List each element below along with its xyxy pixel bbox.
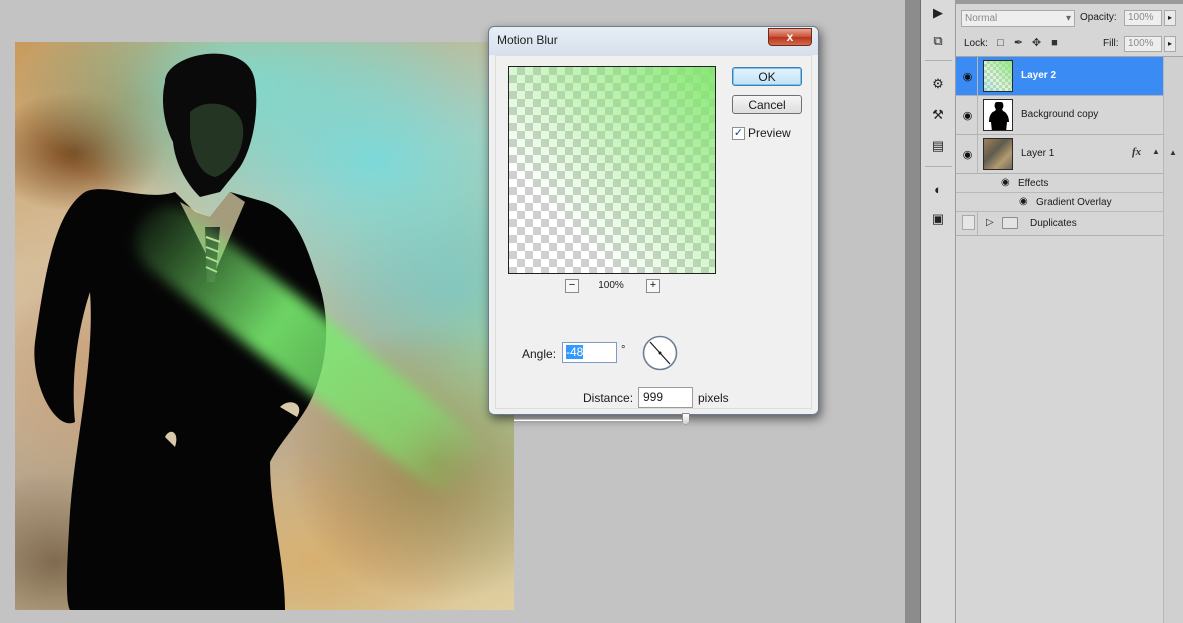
lock-all-icon[interactable]: ■: [1048, 37, 1061, 50]
effects-label: Effects: [1018, 178, 1049, 189]
dialog-title: Motion Blur: [497, 33, 558, 47]
fill-label: Fill:: [1103, 38, 1119, 49]
layers-scrollbar[interactable]: ▲: [1163, 57, 1183, 623]
degree-symbol: °: [621, 344, 626, 356]
visibility-eye-icon[interactable]: ◉: [958, 96, 978, 134]
layers-panel: Normal Opacity: 100% ▸ Lock: □ ✒ ✥ ■ Fil…: [956, 0, 1183, 623]
opacity-input[interactable]: 100%: [1124, 10, 1162, 26]
tool-presets-icon[interactable]: ⚒: [927, 105, 949, 125]
effects-visibility-eye-icon[interactable]: ◉: [1001, 177, 1010, 188]
preview-checkbox[interactable]: ✓: [732, 126, 745, 140]
close-icon: x: [786, 30, 794, 44]
expand-arrow-icon[interactable]: ▷: [986, 217, 994, 228]
effect-row-gradient-overlay[interactable]: ◉ Gradient Overlay: [956, 193, 1163, 212]
cancel-button[interactable]: Cancel: [732, 95, 802, 114]
panel-collapse-strip[interactable]: [905, 0, 921, 623]
angle-dial[interactable]: [642, 335, 678, 371]
lock-move-icon[interactable]: ✥: [1030, 37, 1043, 50]
visibility-eye-icon[interactable]: ◉: [958, 57, 978, 95]
preview-option[interactable]: ✓ Preview: [732, 126, 791, 140]
scroll-up-arrow-icon[interactable]: ▲: [1169, 148, 1177, 157]
folder-icon: [1002, 217, 1018, 229]
motion-blur-dialog: Motion Blur x − 100% + OK Cancel ✓ Previ…: [488, 26, 819, 425]
lock-label: Lock:: [964, 38, 988, 49]
layer-group-row-duplicates[interactable]: ▷ Duplicates: [956, 211, 1163, 236]
opacity-label: Opacity:: [1080, 12, 1117, 23]
group-visibility-toggle[interactable]: [958, 211, 978, 235]
zoom-in-button[interactable]: +: [646, 279, 660, 293]
dock-divider: [925, 60, 952, 61]
group-name: Duplicates: [1030, 218, 1077, 229]
stamp-icon[interactable]: ▤: [927, 136, 949, 156]
layer-thumbnail: [983, 138, 1013, 170]
pixels-unit-label: pixels: [698, 391, 729, 405]
effect-visibility-eye-icon[interactable]: ◉: [1019, 196, 1028, 207]
clone-source-icon[interactable]: ⧉: [927, 31, 949, 51]
distance-slider-track[interactable]: [514, 419, 689, 421]
adjustments-icon[interactable]: ◐: [927, 179, 949, 199]
layer-effects-badge[interactable]: fx: [1132, 146, 1141, 158]
layer-row-layer-1[interactable]: ◉ Layer 1 fx ▲: [956, 135, 1163, 174]
layer-row-background-copy[interactable]: ◉ Background copy: [956, 96, 1163, 135]
layer-thumbnail: [983, 99, 1013, 131]
dock-divider: [925, 166, 952, 167]
effects-row[interactable]: ◉ Effects: [956, 174, 1163, 193]
fill-arrow-button[interactable]: ▸: [1164, 36, 1176, 52]
distance-label: Distance:: [583, 391, 634, 405]
zoom-level: 100%: [598, 280, 624, 291]
visibility-eye-icon[interactable]: ◉: [958, 135, 978, 173]
angle-input[interactable]: -48: [562, 342, 617, 363]
layer-name: Layer 1: [1021, 148, 1055, 159]
angle-label: Angle:: [522, 347, 557, 361]
layer-name: Layer 2: [1021, 70, 1057, 81]
effect-name: Gradient Overlay: [1036, 197, 1112, 208]
blend-mode-select[interactable]: Normal: [961, 10, 1075, 27]
layer-thumbnail: [983, 60, 1013, 92]
play-icon[interactable]: ▶: [927, 3, 949, 23]
panel-icon-dock: ▶ ⧉ ⚙ ⚒ ▤ ◐ ▣: [921, 0, 956, 623]
preview-label: Preview: [748, 126, 791, 140]
silhouette-thumbnail-icon: [989, 102, 1009, 130]
lock-transparent-icon[interactable]: □: [994, 37, 1007, 50]
brush-presets-icon[interactable]: ⚙: [927, 74, 949, 94]
opacity-arrow-button[interactable]: ▸: [1164, 10, 1176, 26]
layer-name: Background copy: [1021, 109, 1099, 120]
panel-tab-strip[interactable]: [956, 0, 1183, 4]
hidden-visibility-box: [962, 215, 975, 230]
close-button[interactable]: x: [768, 28, 812, 46]
fill-input[interactable]: 100%: [1124, 36, 1162, 52]
zoom-out-button[interactable]: −: [565, 279, 579, 293]
masks-icon[interactable]: ▣: [927, 209, 949, 229]
dialog-body: − 100% + OK Cancel ✓ Preview Angle: -48 …: [495, 55, 812, 425]
document-canvas[interactable]: [15, 42, 514, 610]
distance-input[interactable]: 999: [638, 387, 693, 408]
filter-preview[interactable]: [508, 66, 716, 274]
ok-button[interactable]: OK: [732, 67, 802, 86]
collapse-effects-arrow-icon[interactable]: ▲: [1152, 147, 1160, 156]
dialog-titlebar[interactable]: Motion Blur x: [489, 27, 818, 55]
preview-green-tint: [509, 67, 715, 273]
layer-row-layer-2[interactable]: ◉ Layer 2: [956, 57, 1163, 96]
angle-value: -48: [566, 345, 584, 359]
lock-paint-icon[interactable]: ✒: [1012, 37, 1025, 50]
